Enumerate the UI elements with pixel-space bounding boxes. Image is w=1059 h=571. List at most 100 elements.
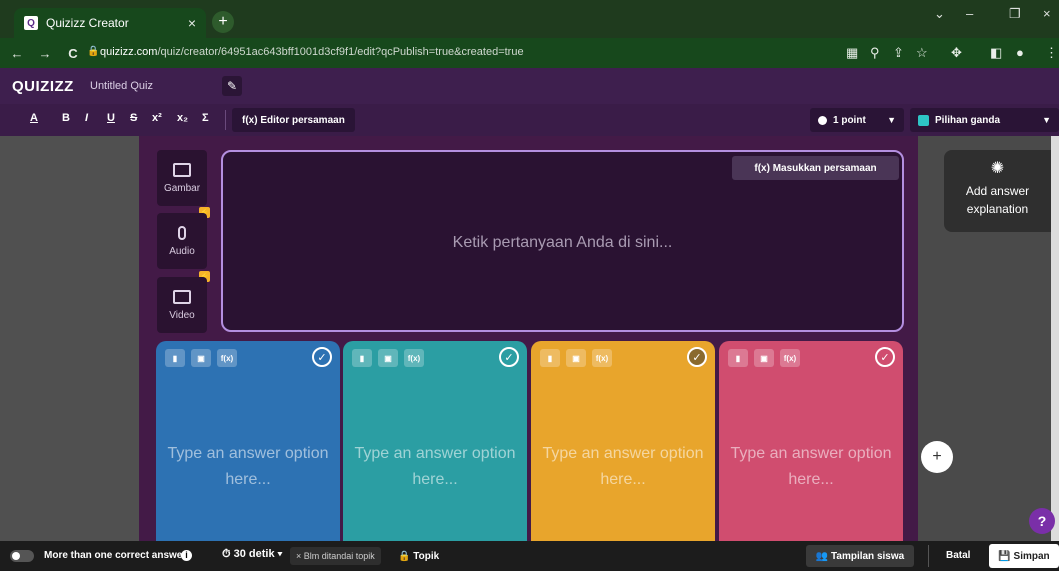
answer-option-3[interactable]: ▮ ▣ f(x) ✓ Type an answer option here... <box>531 341 715 541</box>
bold-button[interactable]: B <box>62 112 70 124</box>
equation-icon[interactable]: f(x) <box>217 349 237 367</box>
points-icon <box>818 115 827 125</box>
zoom-icon[interactable]: ⚲ <box>870 45 880 61</box>
answer-placeholder: Type an answer option here... <box>354 445 516 488</box>
image-icon[interactable]: ▣ <box>754 349 774 367</box>
edit-pencil-icon[interactable]: ✎ <box>222 76 242 96</box>
video-camera-icon <box>173 289 191 304</box>
equation-icon[interactable]: f(x) <box>780 349 800 367</box>
browser-menu-icon[interactable]: ⋮ <box>1045 45 1058 61</box>
delete-icon[interactable]: ▮ <box>728 349 748 367</box>
delete-icon[interactable]: ▮ <box>540 349 560 367</box>
subscript-button[interactable]: x₂ <box>177 112 188 124</box>
mark-correct-check-icon[interactable]: ✓ <box>312 347 332 367</box>
image-icon[interactable]: ▣ <box>378 349 398 367</box>
scrollbar[interactable] <box>1051 136 1059 541</box>
italic-button[interactable]: I <box>85 112 88 124</box>
add-image-button[interactable]: Gambar <box>157 150 207 206</box>
url-path: /quiz/creator/64951ac643bff1001d3cf9f1/e… <box>157 46 524 58</box>
add-audio-label: Audio <box>169 245 195 257</box>
points-value: 1 point <box>833 114 866 126</box>
browser-tab-strip: Q Quizizz Creator × + ⌄ – ❐ × <box>0 0 1059 38</box>
side-panel-icon[interactable]: ◧ <box>990 45 1002 61</box>
answer-option-2[interactable]: ▮ ▣ f(x) ✓ Type an answer option here... <box>343 341 527 541</box>
help-button[interactable]: ? <box>1029 508 1055 534</box>
quizizz-logo[interactable]: QUIZIZZ <box>12 78 74 95</box>
new-tab-button[interactable]: + <box>212 11 234 33</box>
mark-correct-check-icon[interactable]: ✓ <box>499 347 519 367</box>
topic-tag[interactable]: × Blm ditandai topik <box>290 547 381 565</box>
info-icon[interactable]: i <box>181 550 192 561</box>
add-video-button[interactable]: Video <box>157 277 207 333</box>
delete-icon[interactable]: ▮ <box>165 349 185 367</box>
insert-equation-button[interactable]: f(x) Masukkan persamaan <box>732 156 899 180</box>
add-answer-option-button[interactable]: + <box>921 441 953 473</box>
quizizz-favicon-icon: Q <box>24 16 38 30</box>
timer-value: 30 detik <box>233 548 275 560</box>
add-answer-explanation-button[interactable]: ✺ Add answer explanation <box>944 150 1051 232</box>
question-placeholder: Ketik pertanyaan Anda di sini... <box>452 234 673 251</box>
bottom-divider <box>928 545 929 567</box>
answer-tools: ▮ ▣ f(x) <box>165 349 237 367</box>
topic-button-label: Topik <box>413 550 440 562</box>
answer-tools: ▮ ▣ f(x) <box>728 349 800 367</box>
points-select[interactable]: 1 point ▼ <box>810 108 904 132</box>
question-type-value: Pilihan ganda <box>935 114 1001 126</box>
lightbulb-icon: ✺ <box>990 160 1005 177</box>
answer-option-4[interactable]: ▮ ▣ f(x) ✓ Type an answer option here... <box>719 341 903 541</box>
tab-close-icon[interactable]: × <box>188 15 196 31</box>
text-color-button[interactable]: A <box>30 112 38 124</box>
minimize-button[interactable]: – <box>966 6 973 21</box>
lock-icon: 🔒 <box>87 46 100 57</box>
student-view-button[interactable]: 👥 Tampilan siswa <box>806 545 914 567</box>
reload-button[interactable]: C <box>62 46 84 61</box>
url-field[interactable]: quizizz.com/quiz/creator/64951ac643bff10… <box>100 46 524 58</box>
bottom-bar: More than one correct answer i ⏱ 30 deti… <box>0 541 1059 571</box>
extensions-icon[interactable]: ✥ <box>951 45 962 61</box>
cancel-button[interactable]: Batal <box>946 550 970 561</box>
translate-icon[interactable]: ▦ <box>846 45 858 61</box>
answer-tools: ▮ ▣ f(x) <box>540 349 612 367</box>
add-image-label: Gambar <box>163 182 201 194</box>
address-bar-row: ← → C 🔒 quizizz.com/quiz/creator/64951ac… <box>0 38 1059 68</box>
close-window-button[interactable]: × <box>1043 6 1051 21</box>
chevron-down-icon: ▼ <box>887 115 896 125</box>
share-icon[interactable]: ⇪ <box>893 45 904 61</box>
topic-button[interactable]: 🔒 Topik <box>392 547 445 565</box>
forward-button[interactable]: → <box>34 46 56 61</box>
save-label: Simpan <box>1013 550 1050 562</box>
back-button[interactable]: ← <box>6 46 28 61</box>
answer-placeholder: Type an answer option here... <box>730 445 892 488</box>
mark-correct-check-icon[interactable]: ✓ <box>687 347 707 367</box>
strikethrough-button[interactable]: S <box>130 112 137 124</box>
equation-icon[interactable]: f(x) <box>592 349 612 367</box>
add-audio-button[interactable]: Audio <box>157 213 207 269</box>
format-toolbar: A B I U S x² x₂ Σ f(x) Editor persamaan … <box>0 104 1059 136</box>
image-icon[interactable]: ▣ <box>566 349 586 367</box>
multi-correct-toggle[interactable] <box>10 550 34 562</box>
equation-editor-button[interactable]: f(x) Editor persamaan <box>232 108 355 132</box>
symbols-button[interactable]: Σ <box>202 112 209 124</box>
superscript-button[interactable]: x² <box>152 112 162 124</box>
answer-tools: ▮ ▣ f(x) <box>352 349 424 367</box>
equation-icon[interactable]: f(x) <box>404 349 424 367</box>
answer-placeholder: Type an answer option here... <box>167 445 329 488</box>
delete-icon[interactable]: ▮ <box>352 349 372 367</box>
profile-avatar-icon[interactable]: ● <box>1016 45 1024 60</box>
image-icon[interactable]: ▣ <box>191 349 211 367</box>
underline-button[interactable]: U <box>107 112 115 124</box>
multiple-choice-icon <box>918 114 929 126</box>
student-view-label: Tampilan siswa <box>831 550 905 562</box>
maximize-button[interactable]: ❐ <box>1009 6 1021 22</box>
timer-select[interactable]: ⏱ 30 detik ▾ <box>222 548 282 561</box>
browser-tab[interactable]: Q Quizizz Creator × <box>14 8 206 38</box>
bookmark-star-icon[interactable]: ☆ <box>916 45 928 61</box>
answer-option-1[interactable]: ▮ ▣ f(x) ✓ Type an answer option here... <box>156 341 340 541</box>
question-type-select[interactable]: Pilihan ganda ▼ <box>910 108 1059 132</box>
quiz-name[interactable]: Untitled Quiz <box>90 80 153 92</box>
tab-search-chevron-icon[interactable]: ⌄ <box>934 6 945 22</box>
save-button[interactable]: 💾 Simpan <box>989 544 1059 568</box>
add-video-label: Video <box>169 309 195 321</box>
toolbar-divider <box>225 110 226 130</box>
mark-correct-check-icon[interactable]: ✓ <box>875 347 895 367</box>
